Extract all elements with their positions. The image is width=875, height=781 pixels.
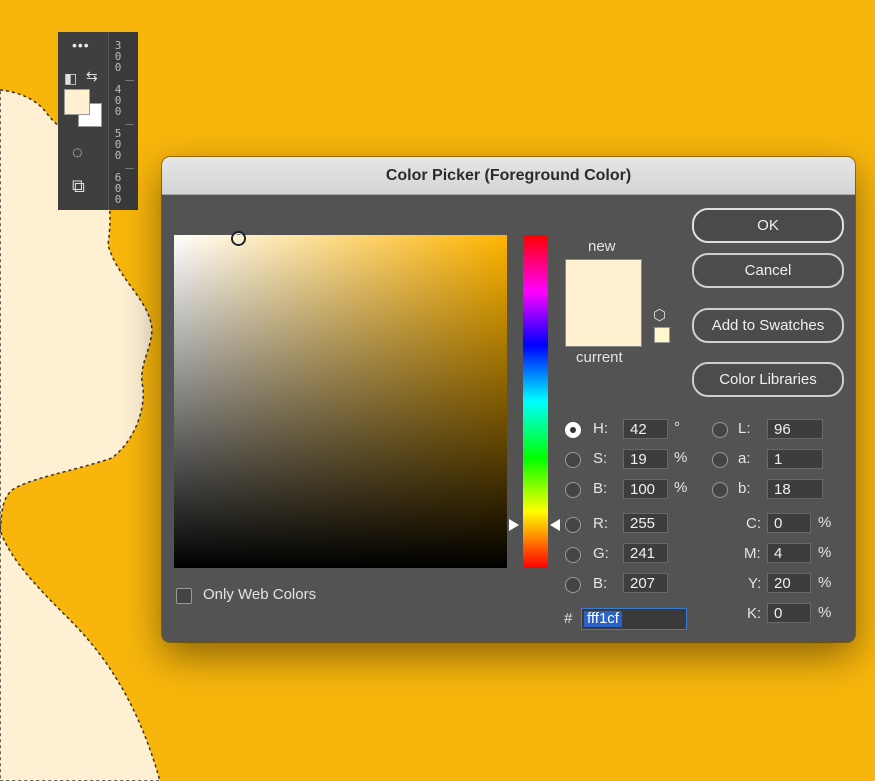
web-safe-warning-icon[interactable]: ⬡ xyxy=(653,306,666,324)
blue-radio[interactable] xyxy=(565,577,581,593)
lab-b-radio[interactable] xyxy=(712,482,728,498)
saturation-unit: % xyxy=(674,449,688,466)
vertical-ruler: 300 400 500 600 xyxy=(108,32,138,210)
green-radio[interactable] xyxy=(565,547,581,563)
color-field-cursor[interactable] xyxy=(231,231,246,246)
swap-colors-icon[interactable]: ⇆ xyxy=(86,68,98,85)
web-safe-color-swatch[interactable] xyxy=(654,327,670,343)
magenta-input[interactable]: 4 xyxy=(767,543,811,563)
lab-a-label: a: xyxy=(738,450,751,467)
brightness-input[interactable]: 100 xyxy=(623,479,668,499)
blue-input[interactable]: 207 xyxy=(623,573,668,593)
new-color-label: new xyxy=(588,238,616,255)
yellow-input[interactable]: 20 xyxy=(767,573,811,593)
ruler-label-300: 300 xyxy=(114,39,122,74)
lab-l-label: L: xyxy=(738,420,751,437)
hue-label: H: xyxy=(593,420,608,437)
lab-l-input[interactable]: 96 xyxy=(767,419,823,439)
lab-a-input[interactable]: 1 xyxy=(767,449,823,469)
hue-slider-handle-left[interactable] xyxy=(509,519,519,531)
saturation-brightness-field[interactable] xyxy=(174,235,507,568)
dialog-title[interactable]: Color Picker (Foreground Color) xyxy=(162,157,855,195)
yellow-unit: % xyxy=(818,574,832,591)
saturation-input[interactable]: 19 xyxy=(623,449,668,469)
only-web-colors-label[interactable]: Only Web Colors xyxy=(203,586,316,603)
green-input[interactable]: 241 xyxy=(623,543,668,563)
hex-value-selection[interactable]: fff1cf xyxy=(584,611,622,627)
cyan-unit: % xyxy=(818,514,832,531)
brightness-radio[interactable] xyxy=(565,482,581,498)
lab-a-radio[interactable] xyxy=(712,452,728,468)
new-color-preview xyxy=(565,259,642,347)
hue-slider[interactable] xyxy=(523,235,548,568)
black-unit: % xyxy=(818,604,832,621)
ruler-label-500: 500 xyxy=(114,127,122,162)
hue-input[interactable]: 42 xyxy=(623,419,668,439)
hex-input[interactable]: fff1cf xyxy=(581,608,687,630)
lab-l-radio[interactable] xyxy=(712,422,728,438)
lab-b-input[interactable]: 18 xyxy=(767,479,823,499)
yellow-label: Y: xyxy=(748,575,762,592)
default-colors-icon[interactable]: ◧ xyxy=(64,70,77,87)
black-input[interactable]: 0 xyxy=(767,603,811,623)
more-tools-icon[interactable]: ••• xyxy=(72,38,90,52)
current-color-label: current xyxy=(576,349,623,366)
cyan-label: C: xyxy=(746,515,761,532)
add-to-swatches-button[interactable]: Add to Swatches xyxy=(692,308,844,343)
ruler-label-600: 600 xyxy=(114,171,122,206)
blue-label: B: xyxy=(593,575,608,592)
hue-unit: ° xyxy=(674,419,680,436)
hue-radio[interactable] xyxy=(565,422,581,438)
black-label: K: xyxy=(747,605,762,622)
hue-slider-handle-right[interactable] xyxy=(550,519,560,531)
brightness-unit: % xyxy=(674,479,688,496)
red-input[interactable]: 255 xyxy=(623,513,668,533)
brightness-label: B: xyxy=(593,480,608,497)
ok-button[interactable]: OK xyxy=(692,208,844,243)
color-libraries-button[interactable]: Color Libraries xyxy=(692,362,844,397)
red-label: R: xyxy=(593,515,608,532)
ruler-tick xyxy=(125,168,134,169)
quick-mask-icon[interactable]: ◌ xyxy=(72,142,83,163)
hex-prefix: # xyxy=(564,610,573,627)
ruler-tick xyxy=(125,80,134,81)
only-web-colors-checkbox[interactable] xyxy=(176,588,192,604)
saturation-radio[interactable] xyxy=(565,452,581,468)
lab-b-label: b: xyxy=(738,480,751,497)
foreground-color-swatch[interactable] xyxy=(64,89,90,115)
magenta-unit: % xyxy=(818,544,832,561)
screen-mode-icon[interactable]: ⧉ xyxy=(72,176,85,197)
ruler-tick xyxy=(125,124,134,125)
cancel-button[interactable]: Cancel xyxy=(692,253,844,288)
saturation-label: S: xyxy=(593,450,608,467)
ruler-label-400: 400 xyxy=(114,83,122,118)
cyan-input[interactable]: 0 xyxy=(767,513,811,533)
magenta-label: M: xyxy=(744,545,761,562)
green-label: G: xyxy=(593,545,609,562)
color-picker-dialog: Color Picker (Foreground Color) new curr… xyxy=(162,157,855,642)
red-radio[interactable] xyxy=(565,517,581,533)
